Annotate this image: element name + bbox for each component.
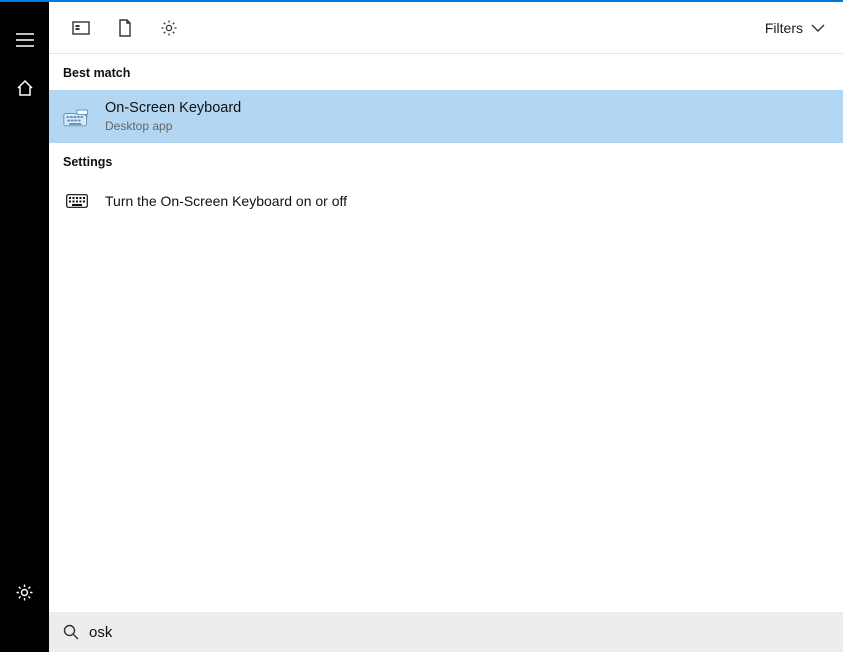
settings-heading: Settings xyxy=(49,143,843,179)
gear-icon xyxy=(160,19,178,37)
home-button[interactable] xyxy=(1,64,49,112)
documents-filter-button[interactable] xyxy=(103,6,147,50)
best-match-result[interactable]: On-Screen Keyboard Desktop app xyxy=(49,90,843,143)
search-box[interactable] xyxy=(49,612,843,652)
menu-button[interactable] xyxy=(1,16,49,64)
result-title: Turn the On-Screen Keyboard on or off xyxy=(105,193,347,210)
start-rail xyxy=(0,2,49,652)
setting-result[interactable]: Turn the On-Screen Keyboard on or off xyxy=(49,179,843,223)
filters-label: Filters xyxy=(765,20,803,36)
chevron-down-icon xyxy=(811,24,825,32)
search-input[interactable] xyxy=(89,624,829,641)
apps-icon xyxy=(72,20,90,36)
home-icon xyxy=(16,79,34,97)
best-match-heading: Best match xyxy=(49,54,843,90)
search-icon xyxy=(63,624,79,640)
result-subtitle: Desktop app xyxy=(105,119,241,133)
result-title: On-Screen Keyboard xyxy=(105,100,241,117)
filters-dropdown[interactable]: Filters xyxy=(761,14,829,42)
gear-icon xyxy=(15,583,34,602)
keyboard-icon xyxy=(63,189,91,213)
hamburger-icon xyxy=(16,33,34,47)
settings-button[interactable] xyxy=(1,568,49,616)
search-toolbar: Filters xyxy=(49,2,843,54)
settings-filter-button[interactable] xyxy=(147,6,191,50)
document-icon xyxy=(118,19,132,37)
osk-app-icon xyxy=(63,105,91,129)
search-results: Best match xyxy=(49,54,843,612)
apps-filter-button[interactable] xyxy=(59,6,103,50)
